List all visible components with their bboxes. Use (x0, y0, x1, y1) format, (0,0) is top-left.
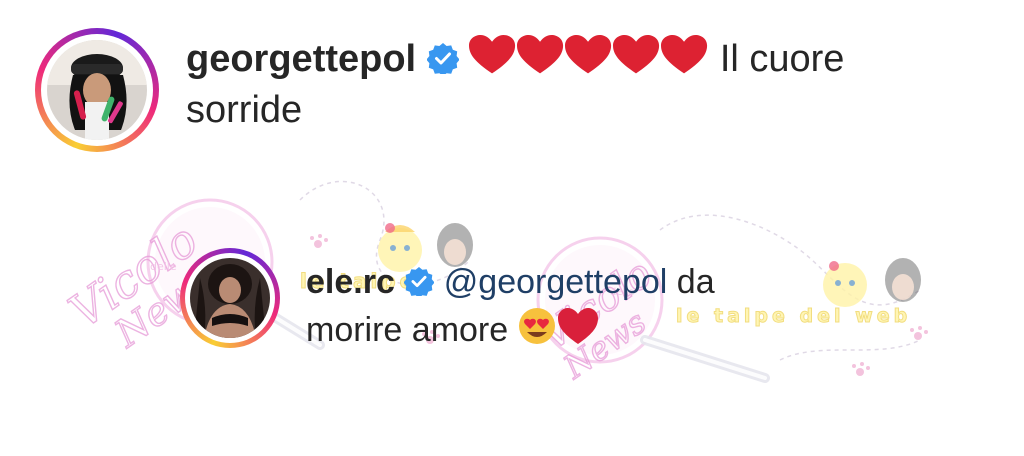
red-heart-icon (565, 35, 612, 74)
avatar-ele-rc[interactable] (190, 258, 270, 338)
reply-body-line2: morire amore (306, 311, 509, 350)
red-heart-icon (469, 35, 516, 74)
heart-eyes-face-icon (518, 308, 555, 345)
username[interactable]: ele.rc (306, 263, 395, 301)
reply-emoji-group (518, 306, 602, 356)
profile-photo-icon (47, 40, 147, 140)
red-heart-icon (517, 35, 564, 74)
username[interactable]: georgettepol (186, 38, 416, 80)
comment-screenshot: Vicolo delle News le talpe Vicolo delle … (0, 0, 1024, 456)
profile-photo-icon (190, 258, 270, 338)
red-heart-icon (557, 308, 598, 345)
reply-text: ele.rc @georgettepol da morire amore (306, 262, 996, 357)
red-heart-icon (613, 35, 660, 74)
svg-text:delle: delle (150, 260, 177, 273)
red-heart-icon (661, 35, 708, 74)
reply-body-line1-tail: da (676, 263, 715, 301)
hearts-emoji-group (469, 34, 709, 87)
verified-badge-icon (403, 265, 435, 306)
comment-body-line2: sorride (186, 89, 303, 132)
avatar-georgettepol[interactable] (47, 40, 147, 140)
verified-badge-icon (426, 39, 460, 85)
comment-text: georgettepol Il cuore sorride (186, 34, 1006, 134)
comment-body-line1: Il cuore (719, 38, 845, 80)
mention-link[interactable]: @georgettepol (444, 263, 668, 301)
